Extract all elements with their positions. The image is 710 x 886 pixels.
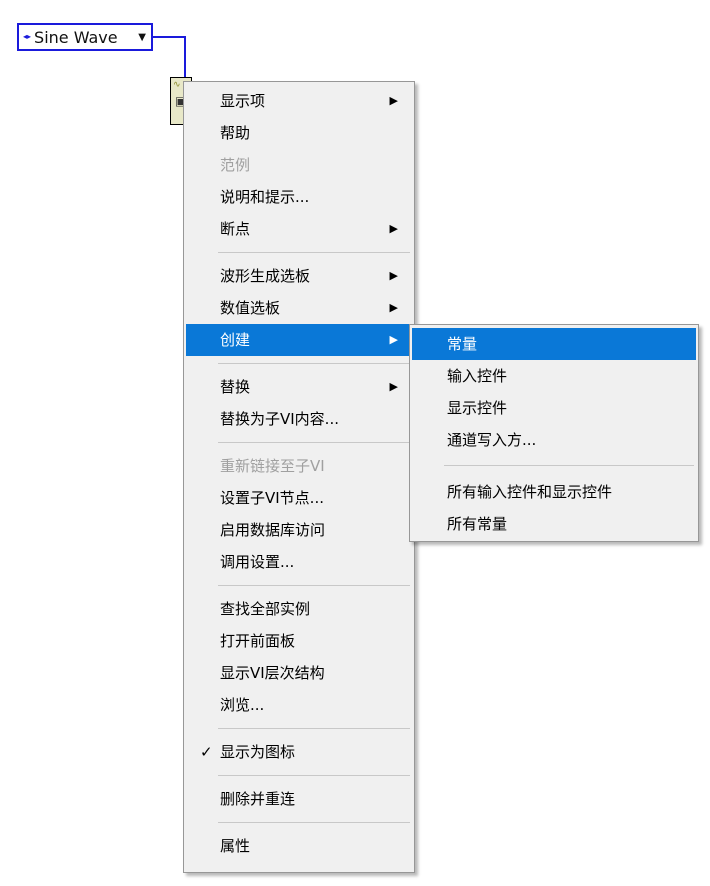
menu-item-browse[interactable]: 浏览... <box>186 689 412 721</box>
menu-item-open-front-panel[interactable]: 打开前面板 <box>186 625 412 657</box>
menu-item-relink-to-subvi: 重新链接至子VI <box>186 450 412 482</box>
menu-item-properties[interactable]: 属性 <box>186 830 412 862</box>
menu-group-7: 删除并重连 <box>186 783 412 815</box>
waveform-icon: ∿ <box>173 80 181 90</box>
menu-item-label: 所有常量 <box>447 515 508 533</box>
menu-item-label: 说明和提示... <box>220 188 310 206</box>
menu-item-label: 断点 <box>220 220 251 238</box>
menu-item-label: 显示控件 <box>447 399 508 417</box>
menu-item-label: 浏览... <box>220 696 265 714</box>
menu-item-label: 通道写入方... <box>447 431 537 449</box>
submenu-arrow-icon: ▶ <box>389 333 398 346</box>
menu-item-breakpoint[interactable]: 断点 ▶ <box>186 213 412 245</box>
menu-item-enable-database-access[interactable]: 启用数据库访问 <box>186 514 412 546</box>
submenu-arrow-icon: ▶ <box>389 301 398 314</box>
menu-separator <box>218 728 410 729</box>
menu-item-create[interactable]: 创建 ▶ <box>186 324 412 356</box>
wire-segment[interactable] <box>184 36 186 80</box>
menu-item-label: 常量 <box>447 335 478 353</box>
menu-item-label: 数值选板 <box>220 299 281 317</box>
submenu-item-all-constants[interactable]: 所有常量 <box>412 508 696 540</box>
menu-separator <box>218 775 410 776</box>
menu-item-visible-items[interactable]: 显示项 ▶ <box>186 85 412 117</box>
enum-value: Sine Wave <box>34 27 118 47</box>
checkmark-icon: ✓ <box>200 743 213 761</box>
menu-item-label: 所有输入控件和显示控件 <box>447 483 613 501</box>
submenu-group-2: 所有输入控件和显示控件 所有常量 <box>412 476 696 540</box>
menu-item-label: 输入控件 <box>447 367 508 385</box>
wire-segment[interactable] <box>153 36 186 38</box>
menu-item-label: 设置子VI节点... <box>220 489 324 507</box>
menu-item-show-vi-hierarchy[interactable]: 显示VI层次结构 <box>186 657 412 689</box>
submenu-group-1: 常量 输入控件 显示控件 通道写入方... <box>412 328 696 456</box>
menu-item-replace-with-subvi-contents[interactable]: 替换为子VI内容... <box>186 403 412 435</box>
create-submenu: 常量 输入控件 显示控件 通道写入方... 所有输入控件和显示控件 所有常量 <box>409 324 699 542</box>
menu-group-5: 查找全部实例 打开前面板 显示VI层次结构 浏览... <box>186 593 412 721</box>
dropdown-arrow-icon[interactable]: ▼ <box>138 32 146 43</box>
context-menu: 显示项 ▶ 帮助 范例 说明和提示... 断点 ▶ 波形生成选板 ▶ 数值选板 ▶ 创建… <box>183 81 415 873</box>
menu-separator <box>218 442 410 443</box>
menu-item-label: 删除并重连 <box>220 790 296 808</box>
menu-separator <box>444 465 694 466</box>
menu-item-label: 调用设置... <box>220 553 295 571</box>
menu-separator <box>218 252 410 253</box>
menu-item-call-setup[interactable]: 调用设置... <box>186 546 412 578</box>
menu-item-description-and-tip[interactable]: 说明和提示... <box>186 181 412 213</box>
menu-group-1: 显示项 ▶ 帮助 范例 说明和提示... 断点 ▶ <box>186 85 412 245</box>
menu-item-label: 替换为子VI内容... <box>220 410 339 428</box>
menu-item-waveform-palette[interactable]: 波形生成选板 ▶ <box>186 260 412 292</box>
menu-item-help[interactable]: 帮助 <box>186 117 412 149</box>
menu-item-label: 帮助 <box>220 124 251 142</box>
menu-item-label: 范例 <box>220 156 251 174</box>
increment-decrement-icon[interactable]: ◂▸ <box>23 33 31 41</box>
menu-item-replace[interactable]: 替换 ▶ <box>186 371 412 403</box>
menu-group-3: 替换 ▶ 替换为子VI内容... <box>186 371 412 435</box>
submenu-arrow-icon: ▶ <box>389 269 398 282</box>
menu-item-label: 重新链接至子VI <box>220 457 325 475</box>
menu-item-label: 启用数据库访问 <box>220 521 326 539</box>
menu-item-numeric-palette[interactable]: 数值选板 ▶ <box>186 292 412 324</box>
menu-item-label: 显示项 <box>220 92 266 110</box>
menu-item-examples: 范例 <box>186 149 412 181</box>
submenu-arrow-icon: ▶ <box>389 94 398 107</box>
menu-item-label: 创建 <box>220 331 251 349</box>
menu-group-6: ✓ 显示为图标 <box>186 736 412 768</box>
submenu-item-indicator[interactable]: 显示控件 <box>412 392 696 424</box>
sine-wave-enum-constant[interactable]: ◂▸ Sine Wave ▼ <box>17 23 153 51</box>
menu-item-label: 显示VI层次结构 <box>220 664 325 682</box>
menu-separator <box>218 822 410 823</box>
menu-item-label: 打开前面板 <box>220 632 296 650</box>
menu-item-remove-and-rewire[interactable]: 删除并重连 <box>186 783 412 815</box>
menu-item-find-all-instances[interactable]: 查找全部实例 <box>186 593 412 625</box>
menu-group-4: 重新链接至子VI 设置子VI节点... 启用数据库访问 调用设置... <box>186 450 412 578</box>
menu-group-2: 波形生成选板 ▶ 数值选板 ▶ 创建 ▶ <box>186 260 412 356</box>
submenu-item-channel-writer[interactable]: 通道写入方... <box>412 424 696 456</box>
menu-item-label: 波形生成选板 <box>220 267 311 285</box>
menu-item-subvi-node-setup[interactable]: 设置子VI节点... <box>186 482 412 514</box>
submenu-arrow-icon: ▶ <box>389 222 398 235</box>
menu-item-label: 替换 <box>220 378 251 396</box>
submenu-item-control[interactable]: 输入控件 <box>412 360 696 392</box>
menu-item-label: 显示为图标 <box>220 743 296 761</box>
submenu-item-all-controls-and-indicators[interactable]: 所有输入控件和显示控件 <box>412 476 696 508</box>
menu-item-label: 查找全部实例 <box>220 600 311 618</box>
submenu-item-constant[interactable]: 常量 <box>412 328 696 360</box>
menu-group-8: 属性 <box>186 830 412 862</box>
menu-item-label: 属性 <box>220 837 251 855</box>
menu-separator <box>218 363 410 364</box>
submenu-arrow-icon: ▶ <box>389 380 398 393</box>
menu-separator <box>218 585 410 586</box>
menu-item-view-as-icon[interactable]: ✓ 显示为图标 <box>186 736 412 768</box>
